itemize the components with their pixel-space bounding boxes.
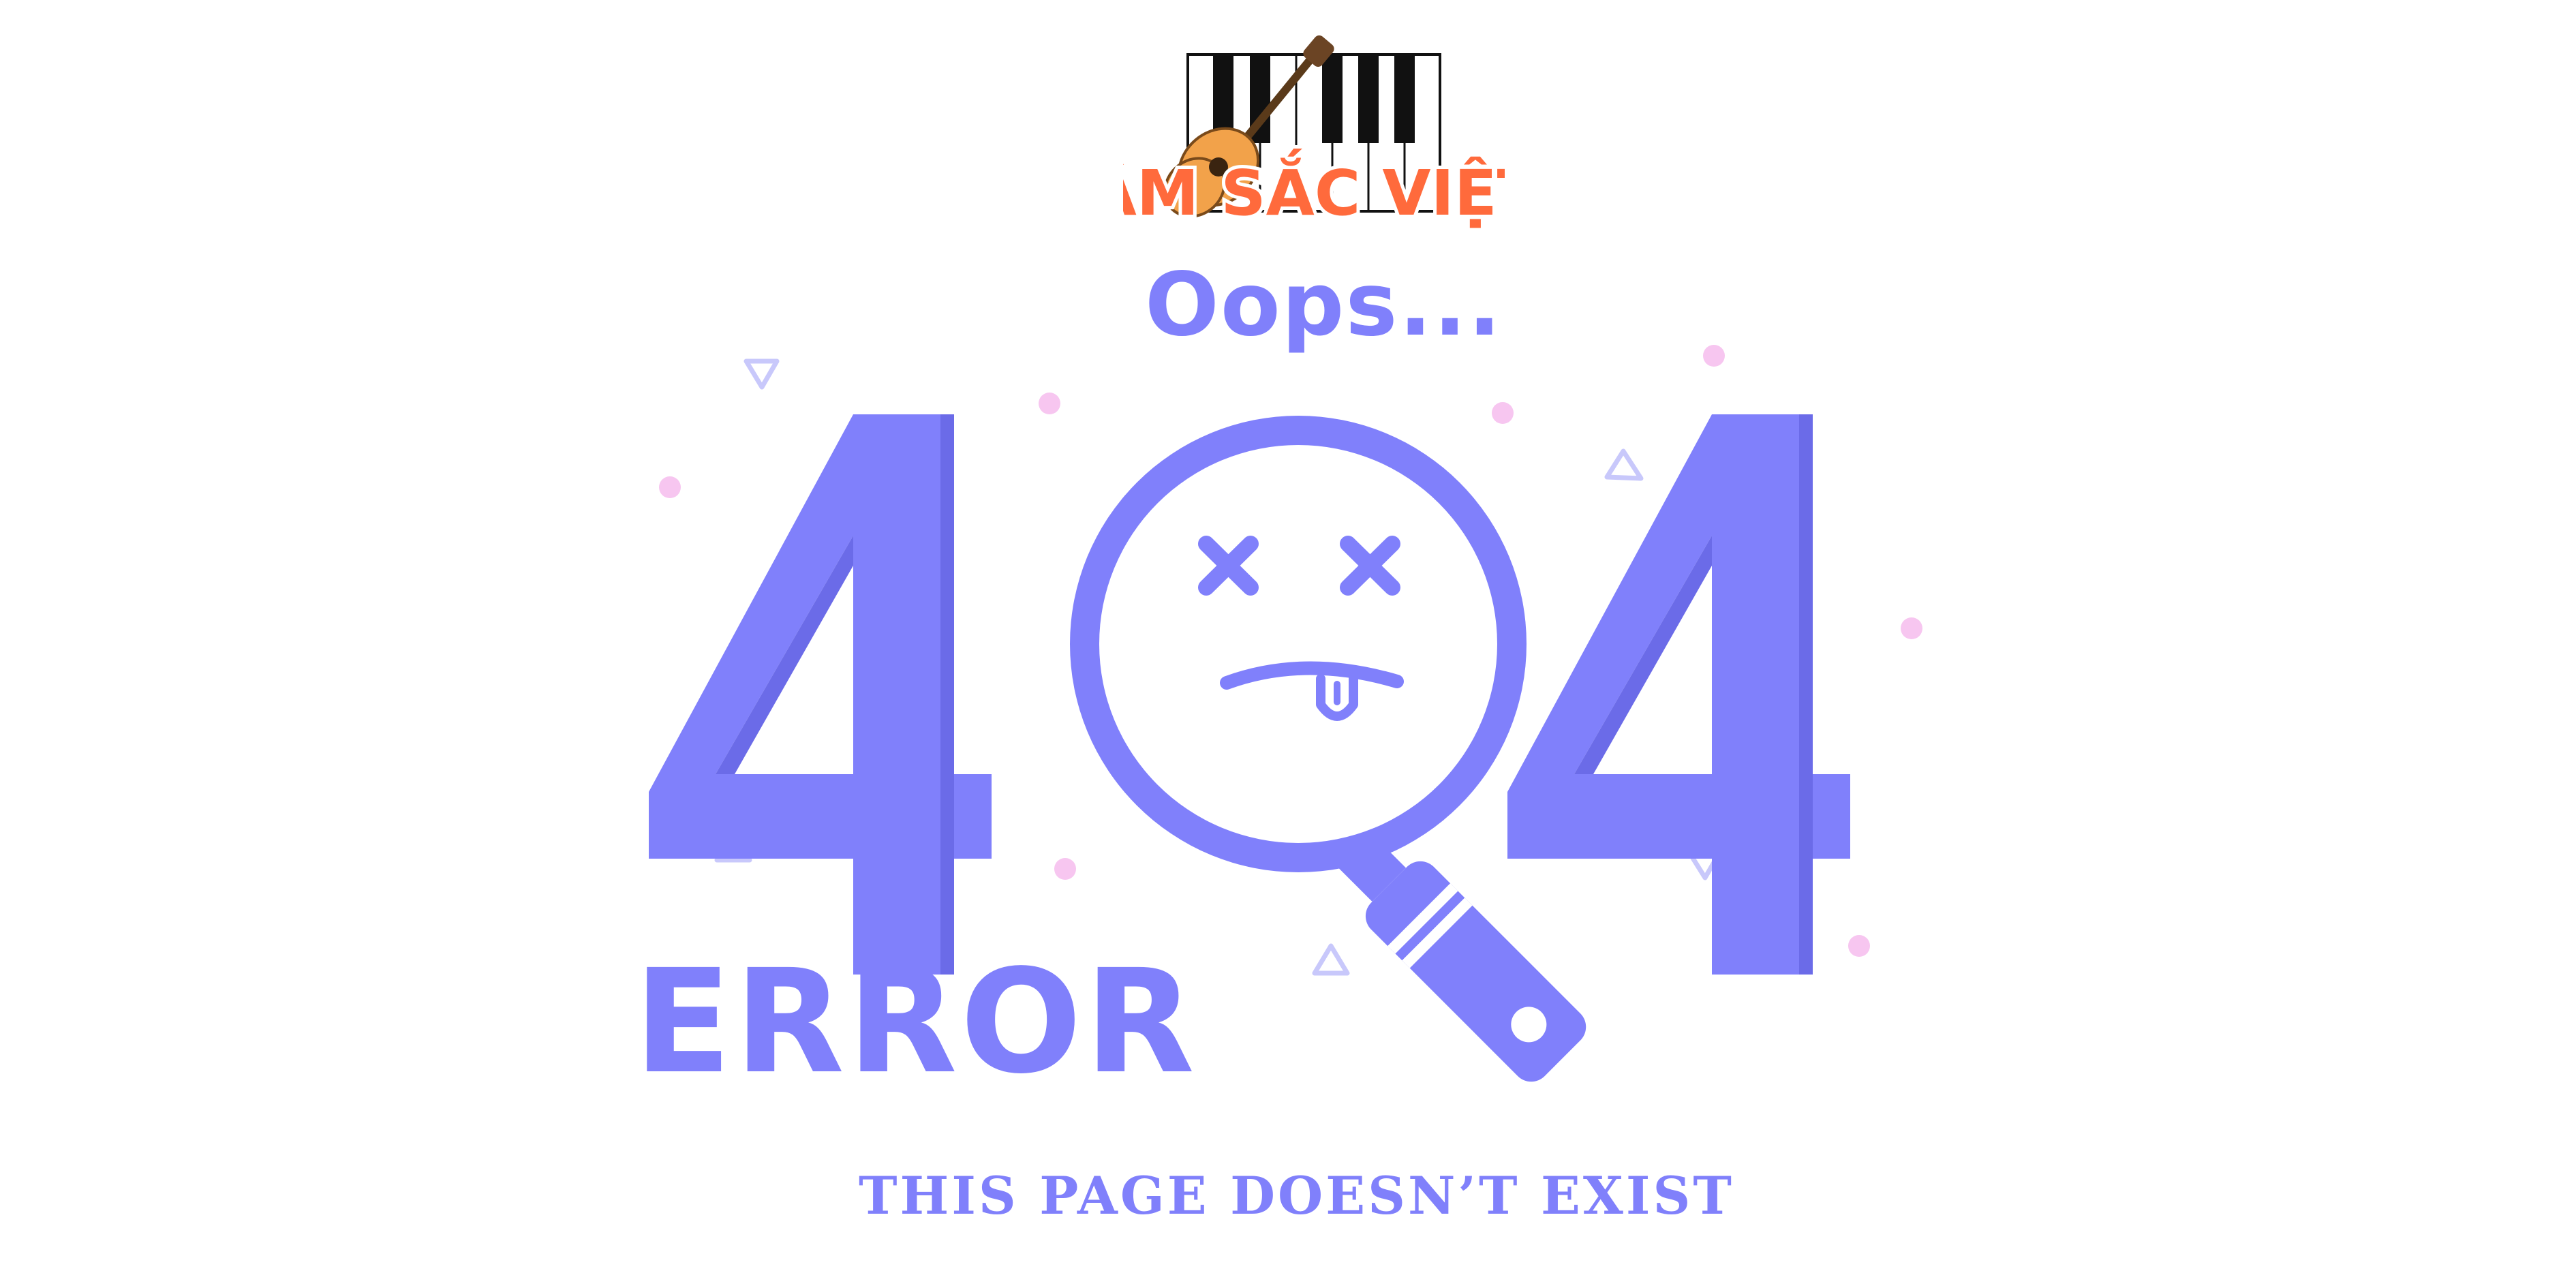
guitar-piano-logo-icon: ÂM SẮC VIỆT bbox=[1123, 35, 1505, 233]
error-message: THIS PAGE DOESN’T EXIST bbox=[859, 1165, 1734, 1226]
digit-four-left bbox=[649, 414, 992, 975]
error-label: ERROR bbox=[634, 938, 1198, 1105]
error-page: ÂM SẮC VIỆT Oops... bbox=[0, 0, 2576, 1288]
logo-text: ÂM SẮC VIỆT bbox=[1123, 148, 1505, 230]
brand-logo[interactable]: ÂM SẮC VIỆT bbox=[1123, 34, 1505, 239]
digit-four-right bbox=[1507, 414, 1850, 975]
